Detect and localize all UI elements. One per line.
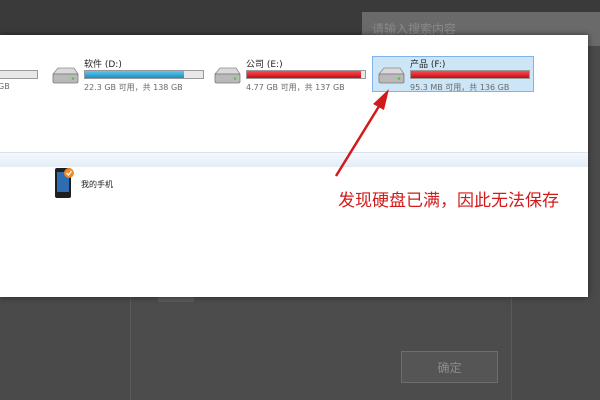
annotation-text: 发现硬盘已满，因此无法保存 [338,191,559,211]
